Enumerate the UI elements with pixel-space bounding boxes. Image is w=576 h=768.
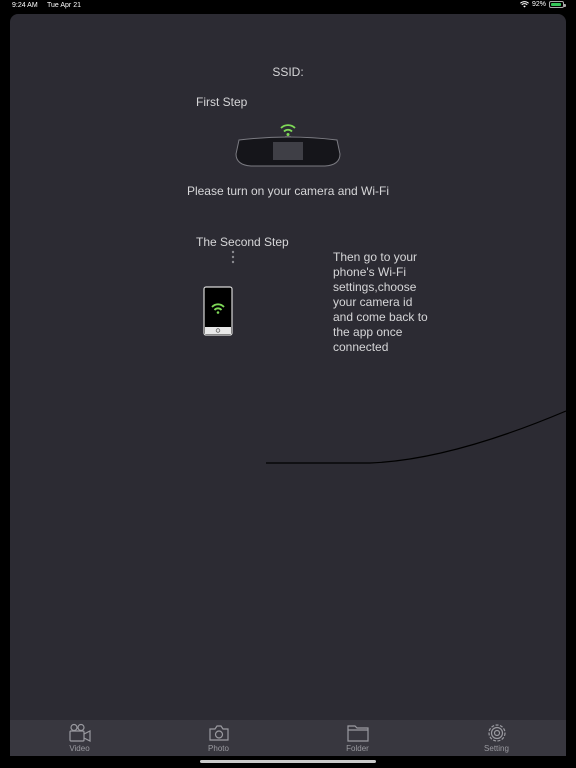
status-time: 9:24 AM [12,2,38,9]
tab-setting[interactable]: Setting [427,720,566,756]
status-indicators: 92% [520,1,566,8]
tab-bar: Video Photo Folder Setting [10,720,566,756]
video-camera-icon [68,723,91,742]
status-date: Tue Apr 21 [47,2,81,9]
camera-icon [208,725,229,741]
gear-icon [487,724,506,742]
tab-photo[interactable]: Photo [149,720,288,756]
wifi-status-icon [520,1,529,8]
tab-folder[interactable]: Folder [288,720,427,756]
tab-video[interactable]: Video [10,720,149,756]
battery-icon [549,1,566,8]
tab-video-label: Video [69,744,90,753]
decorative-curve [266,410,566,464]
status-bar: 9:24 AM Tue Apr 21 92% [0,0,576,12]
tab-folder-label: Folder [346,744,369,753]
connection-guide-panel: SSID: First Step Please turn on your cam… [10,14,566,756]
tab-setting-label: Setting [484,744,509,753]
battery-percent: 92% [531,1,546,8]
home-indicator[interactable] [200,760,376,763]
folder-icon [346,725,369,742]
tab-photo-label: Photo [208,744,229,753]
